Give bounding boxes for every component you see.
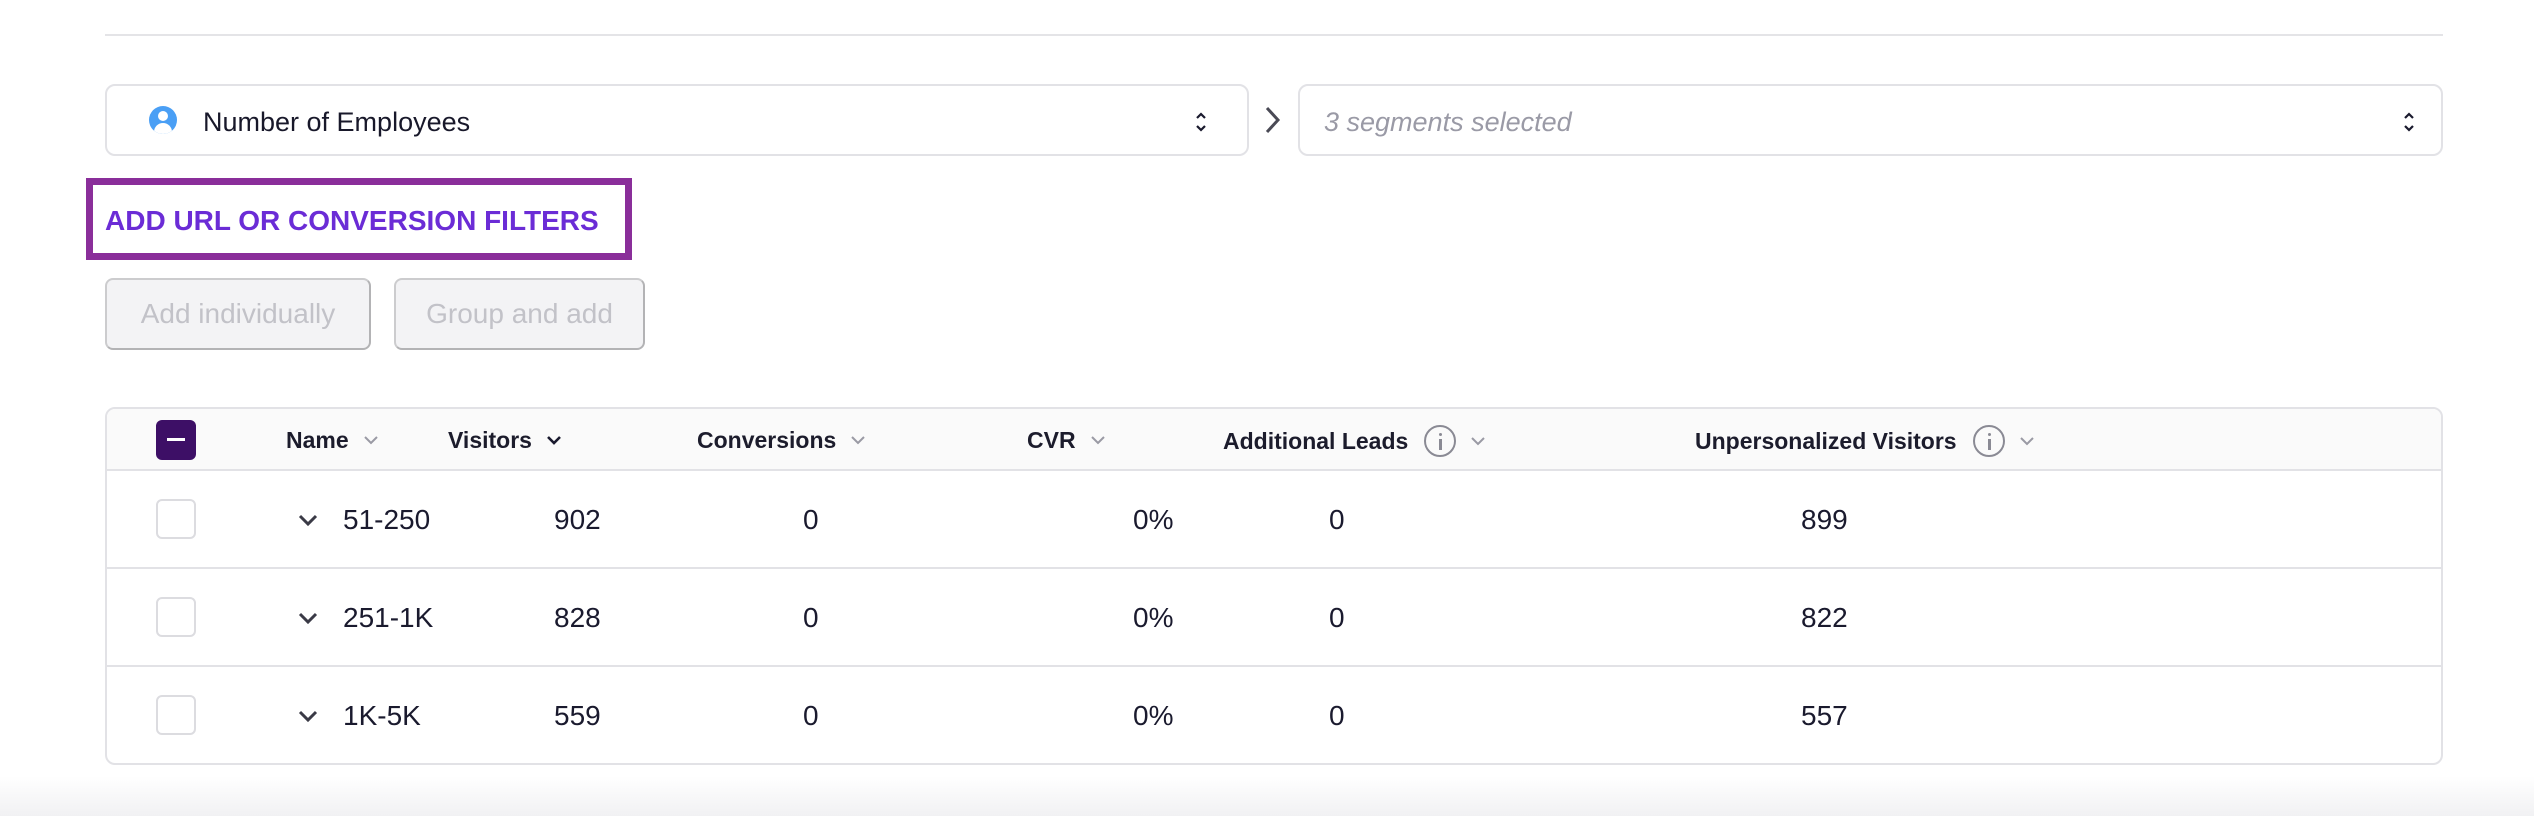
chevron-down-icon xyxy=(851,436,866,445)
chevron-down-icon xyxy=(1471,437,1486,446)
column-header-visitors[interactable]: Visitors xyxy=(448,425,562,455)
cell-conversions: 0 xyxy=(803,602,819,633)
dimension-select-label: Number of Employees xyxy=(203,107,471,137)
minus-icon xyxy=(167,438,185,441)
chevron-down-icon xyxy=(2019,437,2034,446)
cell-unpersonalized-visitors: 557 xyxy=(1801,700,1848,731)
chevron-right-icon xyxy=(1265,106,1281,134)
person-icon xyxy=(149,106,177,134)
bottom-fade xyxy=(0,776,2534,816)
cell-additional-leads: 0 xyxy=(1329,602,1345,633)
column-header-cvr[interactable]: CVR xyxy=(1027,425,1106,455)
chevron-down-icon xyxy=(1090,436,1105,445)
cell-additional-leads: 0 xyxy=(1329,700,1345,731)
cell-visitors: 559 xyxy=(554,700,601,731)
chevron-down-icon[interactable] xyxy=(297,611,319,625)
dimension-select[interactable]: Number of Employees xyxy=(105,84,1249,156)
cell-visitors: 828 xyxy=(554,602,601,633)
add-url-or-conversion-filters-link[interactable]: ADD URL OR CONVERSION FILTERS xyxy=(105,205,599,237)
cell-cvr: 0% xyxy=(1133,504,1174,535)
table-header: Name Visitors Conversions CVR Additional… xyxy=(107,409,2441,471)
cell-unpersonalized-visitors: 822 xyxy=(1801,602,1848,633)
cell-name: 1K-5K xyxy=(343,700,421,731)
select-all-checkbox[interactable] xyxy=(156,420,196,460)
chevron-down-icon[interactable] xyxy=(297,513,319,527)
cell-unpersonalized-visitors: 899 xyxy=(1801,504,1848,535)
group-and-add-button[interactable]: Group and add xyxy=(394,278,645,350)
column-header-conversions[interactable]: Conversions xyxy=(697,425,866,455)
chevron-down-icon xyxy=(547,436,561,445)
cell-cvr: 0% xyxy=(1133,602,1174,633)
segments-table: Name Visitors Conversions CVR Additional… xyxy=(105,407,2443,765)
row-checkbox[interactable] xyxy=(156,695,196,735)
row-checkbox[interactable] xyxy=(156,597,196,637)
updown-icon xyxy=(2404,112,2414,132)
table-row[interactable]: 51-250 902 0 0% 0 899 xyxy=(107,471,2441,569)
cell-cvr: 0% xyxy=(1133,700,1174,731)
page: Number of Employees 3 segments selected … xyxy=(0,0,2534,816)
info-icon[interactable] xyxy=(1972,425,2005,457)
cell-conversions: 0 xyxy=(803,504,819,535)
info-icon[interactable] xyxy=(1424,425,1457,457)
updown-icon xyxy=(1196,112,1206,132)
cell-name: 251-1K xyxy=(343,602,434,633)
chevron-down-icon[interactable] xyxy=(297,709,319,723)
cell-additional-leads: 0 xyxy=(1329,504,1345,535)
cell-conversions: 0 xyxy=(803,700,819,731)
add-individually-button[interactable]: Add individually xyxy=(105,278,371,350)
segments-select-placeholder: 3 segments selected xyxy=(1324,107,1572,137)
chevron-down-icon xyxy=(363,436,378,445)
column-header-additional-leads[interactable]: Additional Leads xyxy=(1223,425,1486,457)
table-row[interactable]: 1K-5K 559 0 0% 0 557 xyxy=(107,667,2441,763)
row-checkbox[interactable] xyxy=(156,499,196,539)
column-header-unpersonalized-visitors[interactable]: Unpersonalized Visitors xyxy=(1695,425,2035,457)
table-row[interactable]: 251-1K 828 0 0% 0 822 xyxy=(107,569,2441,667)
cell-name: 51-250 xyxy=(343,504,431,535)
segments-select[interactable]: 3 segments selected xyxy=(1298,84,2443,156)
divider xyxy=(105,34,2443,36)
column-header-name[interactable]: Name xyxy=(286,425,379,455)
cell-visitors: 902 xyxy=(554,504,601,535)
